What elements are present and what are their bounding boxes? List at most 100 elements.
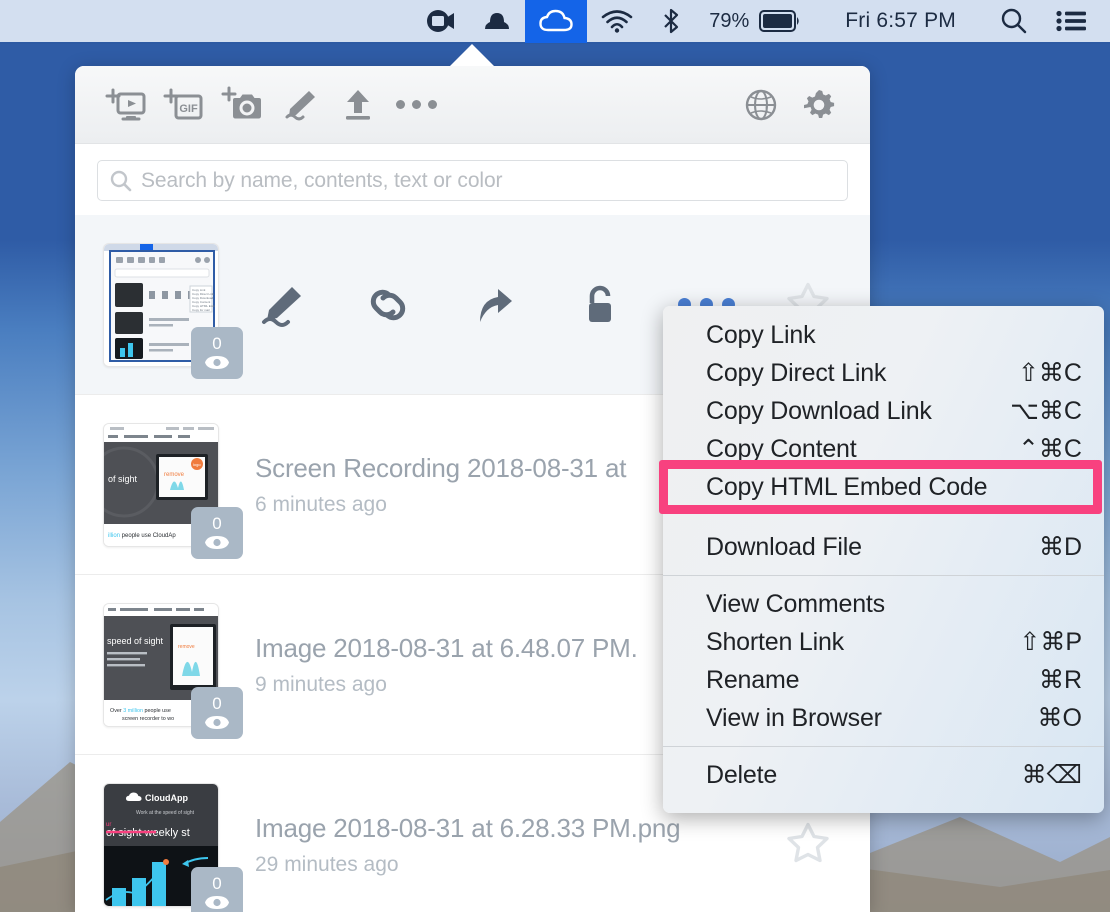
desktop-screen: 79% Fri 6:57 PM GIF Search by name, cont… [0, 0, 1110, 912]
globe-button[interactable] [732, 76, 790, 134]
clock-label: Fri 6:57 PM [845, 9, 956, 32]
svg-text:GIF: GIF [179, 103, 198, 115]
annotate-button[interactable] [271, 76, 329, 134]
new-screen-recording-button[interactable] [97, 76, 155, 134]
svg-text:remove: remove [164, 472, 185, 478]
wifi-icon[interactable] [587, 0, 647, 43]
menu-item-label: Download File [706, 532, 862, 561]
menu-item-shorten-link[interactable]: Shorten Link ⇧⌘P [663, 623, 1104, 661]
svg-text:screen recorder to wo: screen recorder to wo [122, 716, 174, 722]
eye-icon [205, 536, 229, 549]
menu-item-rename[interactable]: Rename ⌘R [663, 661, 1104, 699]
app-toolbar: GIF [75, 66, 870, 144]
row-text: Image 2018-08-31 at 6.48.07 PM. 9 minute… [255, 633, 638, 697]
search-input[interactable]: Search by name, contents, text or color [97, 160, 848, 201]
view-count-badge: 0 [191, 326, 243, 379]
search-bar-container: Search by name, contents, text or color [75, 144, 870, 215]
row-text: Image 2018-08-31 at 6.28.33 PM.png 29 mi… [255, 812, 681, 877]
menu-item-copy-link[interactable]: Copy Link [663, 316, 1104, 354]
menu-item-shortcut: ⌃⌘C [1017, 435, 1082, 463]
menu-item-label: Copy Content [706, 434, 857, 463]
row-text: Screen Recording 2018-08-31 at 6 minutes… [255, 453, 626, 517]
menu-separator [663, 575, 1104, 576]
battery-percent: 79% [695, 0, 759, 43]
view-count-badge: 0 [191, 866, 243, 912]
lock-icon [589, 285, 611, 322]
cloudapp-icon[interactable] [525, 0, 588, 43]
svg-text:of sight: of sight [108, 474, 138, 484]
svg-text:speed of sight: speed of sight [107, 636, 164, 646]
svg-text:illion people use CloudAp: illion people use CloudAp [108, 533, 176, 539]
svg-text:Work at the speed of sight: Work at the speed of sight [136, 810, 195, 816]
view-count: 0 [212, 334, 222, 353]
menu-item-copy-html-embed-code[interactable]: Copy HTML Embed Code [663, 468, 1104, 506]
pen-icon [262, 286, 301, 327]
menu-item-label: View Comments [706, 589, 885, 618]
settings-button[interactable] [790, 76, 848, 134]
context-menu: Copy Link Copy Direct Link ⇧⌘C Copy Down… [663, 306, 1104, 813]
menu-item-view-comments[interactable]: View Comments [663, 585, 1104, 623]
menu-item-label: Copy HTML Embed Code [706, 472, 988, 501]
view-count-badge: 0 [191, 686, 243, 739]
svg-text:Copy for mail: Copy for mail [192, 308, 210, 312]
menu-item-copy-direct-link[interactable]: Copy Direct Link ⇧⌘C [663, 354, 1104, 392]
svg-text:remove: remove [178, 644, 195, 650]
menu-item-shortcut: ⇧⌘P [1019, 628, 1082, 656]
bluetooth-icon[interactable] [647, 0, 695, 43]
annotate-action[interactable] [229, 283, 335, 327]
menu-item-copy-download-link[interactable]: Copy Download Link ⌥⌘C [663, 392, 1104, 430]
file-name: Image 2018-08-31 at 6.28.33 PM.png [255, 812, 681, 843]
menu-item-view-in-browser[interactable]: View in Browser ⌘O [663, 699, 1104, 737]
more-options-button[interactable] [387, 76, 445, 134]
thumbnail-container[interactable]: Copy Link Copy Direct Link Copy Download C… [103, 242, 243, 379]
svg-text:Over 3 million people use: Over 3 million people use [110, 708, 171, 714]
search-placeholder: Search by name, contents, text or color [141, 168, 503, 192]
menu-item-label: Delete [706, 760, 778, 789]
file-name: Screen Recording 2018-08-31 at [255, 452, 627, 483]
view-count-badge: 0 [191, 506, 243, 559]
share-arrow-icon [480, 288, 512, 322]
menubar-popover-arrow [450, 44, 494, 66]
menu-item-label: Shorten Link [706, 627, 844, 656]
new-screenshot-button[interactable] [213, 76, 271, 134]
menu-item-download-file[interactable]: Download File ⌘D [663, 528, 1104, 566]
video-camera-icon[interactable] [413, 0, 469, 43]
file-name: Image 2018-08-31 at 6.48.07 PM. [255, 632, 638, 663]
menu-item-shortcut: ⌥⌘C [1010, 397, 1082, 425]
copy-link-action[interactable] [335, 285, 441, 325]
battery-icon[interactable] [759, 0, 815, 43]
star-outline-icon[interactable] [786, 821, 830, 868]
menu-item-label: Rename [706, 665, 800, 694]
menu-item-label: Copy Direct Link [706, 358, 887, 387]
file-timestamp: 6 minutes ago [255, 492, 387, 516]
menu-item-label: Copy Link [706, 320, 816, 349]
menu-item-shortcut: ⌘D [1038, 533, 1082, 561]
svg-text:CloudApp: CloudApp [145, 793, 188, 803]
menu-item-delete[interactable]: Delete ⌘⌫ [663, 756, 1104, 794]
file-timestamp: 9 minutes ago [255, 672, 387, 696]
share-action[interactable] [441, 284, 547, 326]
menu-gap [663, 506, 1104, 528]
new-gif-button[interactable]: GIF [155, 76, 213, 134]
notification-center-icon[interactable] [1042, 0, 1100, 43]
privacy-action[interactable] [547, 283, 653, 327]
clock[interactable]: Fri 6:57 PM [815, 0, 986, 43]
file-timestamp: 29 minutes ago [255, 852, 399, 876]
link-icon [370, 289, 406, 320]
eye-icon [205, 716, 229, 729]
menu-item-shortcut: ⇧⌘C [1017, 359, 1082, 387]
macos-menu-bar: 79% Fri 6:57 PM [0, 0, 1110, 44]
thumbnail-container[interactable]: of sight logo remove illion people use C… [103, 422, 243, 559]
upload-button[interactable] [329, 76, 387, 134]
ellipsis-icon [395, 100, 437, 109]
eye-icon [205, 896, 229, 909]
spotlight-search-icon[interactable] [986, 0, 1042, 43]
view-count: 0 [212, 514, 222, 533]
bowler-hat-icon[interactable] [469, 0, 525, 43]
view-count: 0 [212, 694, 222, 713]
thumbnail-container[interactable]: CloudApp Work at the speed of sight ur o… [103, 782, 243, 912]
svg-text:logo: logo [193, 462, 201, 467]
menu-item-copy-content[interactable]: Copy Content ⌃⌘C [663, 430, 1104, 468]
menu-item-shortcut: ⌘O [1037, 704, 1082, 732]
thumbnail-container[interactable]: speed of sight remove Over 3 million peo… [103, 602, 243, 739]
